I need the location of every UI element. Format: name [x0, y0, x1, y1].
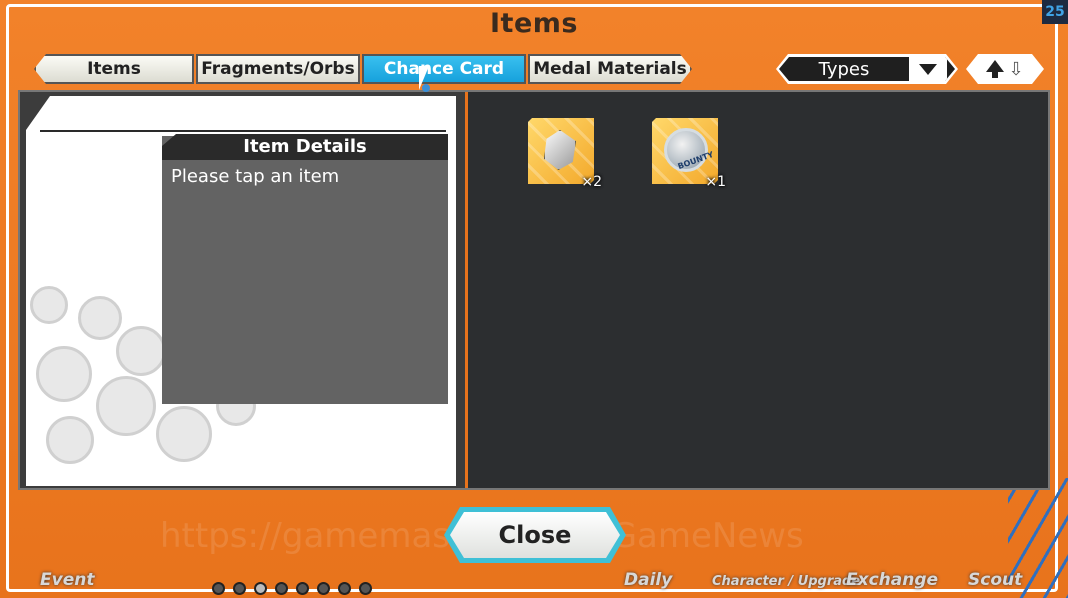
- item-slot-silver-gem[interactable]: ×2: [528, 118, 602, 190]
- item-details-placeholder: Please tap an item: [171, 166, 340, 187]
- page-dot: [317, 582, 330, 595]
- bounty-medal-icon: BOUNTY: [664, 128, 715, 172]
- tab-items[interactable]: Items: [34, 54, 194, 84]
- preview-divider-line: [40, 130, 446, 132]
- chevron-down-icon: [909, 57, 947, 81]
- sort-order-button[interactable]: ⇩: [966, 54, 1044, 84]
- arrow-up-icon: [986, 60, 1004, 78]
- page-dot: [233, 582, 246, 595]
- page-dot: [212, 582, 225, 595]
- types-label: Types: [818, 58, 870, 80]
- fps-counter: 25: [1042, 0, 1068, 24]
- nav-event[interactable]: Event: [40, 570, 94, 590]
- page-dot: [359, 582, 372, 595]
- nav-daily[interactable]: Daily: [624, 570, 672, 590]
- tab-fragments-orbs[interactable]: Fragments/Orbs: [196, 54, 360, 84]
- item-details-heading: Item Details: [162, 134, 448, 160]
- arrow-down-icon: ⇩: [1008, 59, 1024, 79]
- item-count: ×2: [581, 174, 602, 190]
- cursor-dot: [422, 84, 430, 92]
- tab-chance-card[interactable]: Chance Card: [362, 54, 526, 84]
- types-dropdown[interactable]: Types: [776, 54, 958, 84]
- tab-bar: Items Fragments/Orbs Chance Card Medal M…: [34, 54, 694, 84]
- item-slot-bounty-medal[interactable]: BOUNTY ×1: [652, 118, 726, 190]
- window-title: Items: [490, 8, 578, 39]
- close-button-label: Close: [450, 512, 620, 558]
- close-button[interactable]: Close: [444, 507, 626, 563]
- page-dot-active: [254, 582, 267, 595]
- nav-exchange[interactable]: Exchange: [846, 570, 938, 590]
- page-dot: [296, 582, 309, 595]
- tab-medal-materials[interactable]: Medal Materials: [528, 54, 692, 84]
- page-dot: [338, 582, 351, 595]
- page-dot: [275, 582, 288, 595]
- item-count: ×1: [705, 174, 726, 190]
- nav-scout[interactable]: Scout: [968, 570, 1022, 590]
- page-indicator: [212, 582, 372, 595]
- nav-character-upgrade[interactable]: Character / Upgrade: [712, 574, 860, 589]
